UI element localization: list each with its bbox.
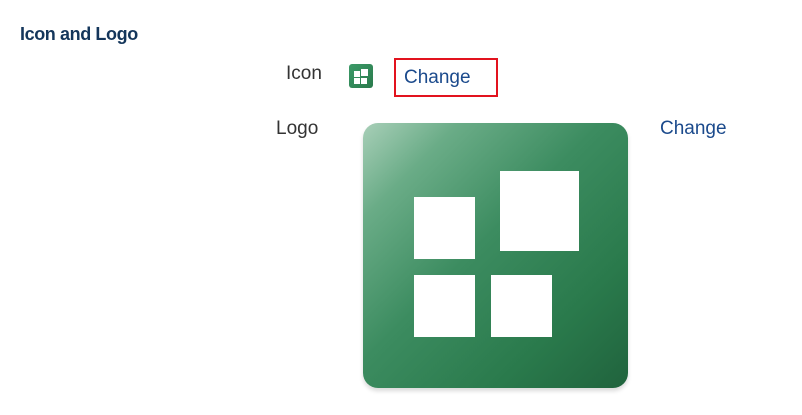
tile-square bbox=[361, 78, 367, 84]
logo-label: Logo bbox=[276, 118, 319, 139]
tile-square bbox=[414, 197, 475, 259]
icon-label: Icon bbox=[286, 63, 322, 84]
change-logo-link[interactable]: Change bbox=[660, 118, 727, 140]
tile-square bbox=[491, 275, 552, 337]
tile-square bbox=[354, 71, 360, 77]
change-icon-link[interactable]: Change bbox=[394, 58, 498, 97]
tile-square bbox=[361, 69, 368, 76]
tile-square bbox=[414, 275, 475, 337]
section-title: Icon and Logo bbox=[20, 24, 138, 44]
tiles-icon bbox=[349, 64, 373, 88]
tile-square bbox=[354, 78, 360, 84]
tile-square bbox=[500, 171, 579, 251]
logo-image bbox=[363, 123, 628, 388]
